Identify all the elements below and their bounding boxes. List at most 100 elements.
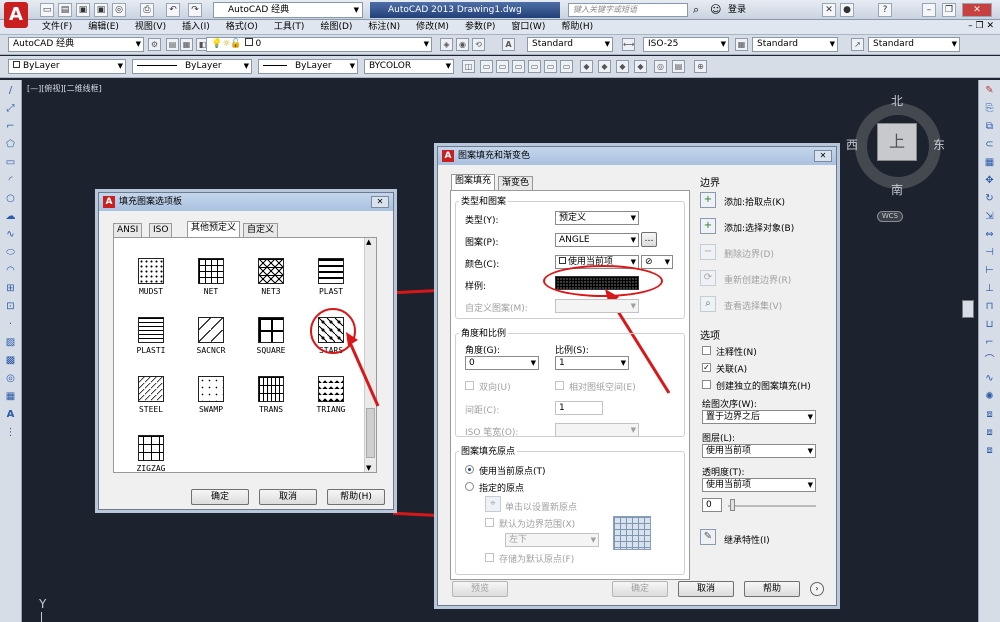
iso-sw-icon[interactable]: ◆ <box>580 60 593 73</box>
iso-ne-icon[interactable]: ◆ <box>616 60 629 73</box>
arc-icon[interactable]: ◜ <box>4 174 17 187</box>
menu-edit[interactable]: 编辑(E) <box>88 20 119 35</box>
recreate-boundary-icon[interactable]: ⟳ <box>700 270 716 286</box>
preview-button[interactable]: 预览 <box>452 581 508 597</box>
draworder-front-icon[interactable]: ⧈ <box>983 426 996 439</box>
background-color-dropdown[interactable]: ⊘ ▼ <box>641 255 673 269</box>
close-icon[interactable]: ✕ <box>371 196 389 208</box>
compass-south[interactable]: 南 <box>891 181 903 198</box>
view-selection-icon[interactable]: ⌕ <box>700 296 716 312</box>
pattern-sacncr[interactable] <box>198 317 224 343</box>
plotstyle-combo[interactable]: BYCOLOR ▼ <box>364 59 454 74</box>
tab-ansi[interactable]: ANSI <box>113 223 143 237</box>
menu-insert[interactable]: 插入(I) <box>182 20 210 35</box>
menu-window[interactable]: 窗口(W) <box>511 20 545 35</box>
close-icon[interactable]: ✕ <box>962 3 992 17</box>
layer-prev-icon[interactable]: ⟲ <box>472 38 485 51</box>
pattern-triang[interactable] <box>318 376 344 402</box>
add-select-object-icon[interactable]: + <box>700 218 716 234</box>
gradient-icon[interactable]: ▩ <box>4 354 17 367</box>
login-link[interactable]: 登录 <box>728 3 746 17</box>
menu-help[interactable]: 帮助(H) <box>561 20 593 35</box>
iso-se-icon[interactable]: ◆ <box>598 60 611 73</box>
chamfer-icon[interactable]: ⌐ <box>983 336 996 349</box>
pattern-swamp[interactable] <box>198 376 224 402</box>
hatch-ok-button[interactable]: 确定 <box>612 581 668 597</box>
offset-icon[interactable]: ⊂ <box>983 138 996 151</box>
lineweight-combo[interactable]: ByLayer ▼ <box>258 59 358 74</box>
mleader-style-icon[interactable]: ↗ <box>851 38 864 51</box>
workspace-settings-icon[interactable]: ⚙ <box>148 38 161 51</box>
tab-other-predefined[interactable]: 其他预定义 <box>187 221 241 237</box>
exchange-icon[interactable]: ✕ <box>822 3 836 17</box>
table-style-icon[interactable]: ▦ <box>735 38 748 51</box>
menu-tools[interactable]: 工具(T) <box>274 20 305 35</box>
add-pick-point-label[interactable]: 添加:拾取点(K) <box>724 195 785 208</box>
explode-icon[interactable]: ✺ <box>983 390 996 403</box>
stretch-icon[interactable]: ⇔ <box>983 228 996 241</box>
move-icon[interactable]: ✥ <box>983 174 996 187</box>
pattern-mudst[interactable] <box>138 258 164 284</box>
tab-hatch[interactable]: 图案填充 <box>451 174 496 190</box>
transparency-value-input[interactable]: 0 <box>702 498 722 512</box>
spacing-input[interactable]: 1 <box>555 401 603 415</box>
pattern-browse-button[interactable]: … <box>641 232 657 247</box>
draworder-back-icon[interactable]: ⧈ <box>983 444 996 457</box>
pattern-net3[interactable] <box>258 258 284 284</box>
text-style-icon[interactable]: A <box>502 38 515 51</box>
layer-combo[interactable]: 💡☼🔓 0 ▼ <box>206 37 432 52</box>
front-view-icon[interactable]: ▭ <box>544 60 557 73</box>
point-icon[interactable]: · <box>4 318 17 331</box>
user-icon[interactable]: ☺ <box>710 3 721 16</box>
transparency-dropdown[interactable]: 使用当前项 ▼ <box>702 478 816 492</box>
rectangle-icon[interactable]: ▭ <box>4 156 17 169</box>
iso-nw-icon[interactable]: ◆ <box>634 60 647 73</box>
menu-parametric[interactable]: 参数(P) <box>465 20 495 35</box>
add-select-object-label[interactable]: 添加:选择对象(B) <box>724 221 794 234</box>
associative-checkbox[interactable]: ✓ <box>702 363 711 372</box>
mtext-icon[interactable]: A <box>4 408 17 421</box>
menu-draw[interactable]: 绘图(D) <box>320 20 352 35</box>
undo-icon[interactable]: ↶ <box>166 3 180 17</box>
trim-icon[interactable]: ⊣ <box>983 246 996 259</box>
save-as-icon[interactable]: ▣ <box>94 3 108 17</box>
annotative-checkbox[interactable] <box>702 346 711 355</box>
revcloud-icon[interactable]: ☁ <box>4 210 17 223</box>
break-at-point-icon[interactable]: ⊥ <box>983 282 996 295</box>
type-dropdown[interactable]: 预定义 ▼ <box>555 211 639 225</box>
top-view-icon[interactable]: ▭ <box>480 60 493 73</box>
transparency-slider-track[interactable] <box>728 505 816 507</box>
compass-east[interactable]: 东 <box>933 136 945 153</box>
redo-icon[interactable]: ↷ <box>188 3 202 17</box>
make-current-icon[interactable]: ◈ <box>440 38 453 51</box>
scale-dropdown[interactable]: 1 ▼ <box>555 356 629 370</box>
ellipse-icon[interactable]: ⬭ <box>4 246 17 259</box>
draw-order-dropdown[interactable]: 置于边界之后 ▼ <box>702 410 816 424</box>
construction-line-icon[interactable]: ⤢ <box>4 102 17 115</box>
hatch-cancel-button[interactable]: 取消 <box>678 581 734 597</box>
palette-ok-button[interactable]: 确定 <box>191 489 249 505</box>
relative-paper-checkbox[interactable] <box>555 381 564 390</box>
tab-gradient[interactable]: 渐变色 <box>498 176 534 190</box>
print-icon[interactable]: ⎙ <box>140 3 154 17</box>
extend-icon[interactable]: ⊢ <box>983 264 996 277</box>
copy-icon[interactable]: ⎘ <box>983 102 996 115</box>
transparency-slider-thumb[interactable] <box>730 499 735 511</box>
fillet-icon[interactable]: ⌒ <box>983 354 996 367</box>
hatch-icon[interactable]: ▨ <box>4 336 17 349</box>
viewport-controls[interactable]: [—][俯视][二维线框] <box>27 83 102 94</box>
new-file-icon[interactable]: ▭ <box>40 3 54 17</box>
search-icon[interactable]: ⌕ <box>693 3 699 17</box>
ellipse-arc-icon[interactable]: ◠ <box>4 264 17 277</box>
bottom-view-icon[interactable]: ▭ <box>496 60 509 73</box>
palette-help-button[interactable]: 帮助(H) <box>327 489 385 505</box>
restore-icon[interactable]: ❐ <box>942 3 956 17</box>
text-style-combo[interactable]: Standard ▼ <box>527 37 613 52</box>
boundary-position-dropdown[interactable]: 左下 ▼ <box>505 533 599 547</box>
set-origin-icon[interactable]: ⌖ <box>485 496 501 512</box>
custom-pattern-dropdown[interactable]: ▼ <box>555 299 639 313</box>
color-combo[interactable]: ByLayer ▼ <box>8 59 126 74</box>
inherit-properties-icon[interactable]: ✎ <box>700 529 716 545</box>
default-boundary-checkbox[interactable] <box>485 518 494 527</box>
join-icon[interactable]: ⊔ <box>983 318 996 331</box>
